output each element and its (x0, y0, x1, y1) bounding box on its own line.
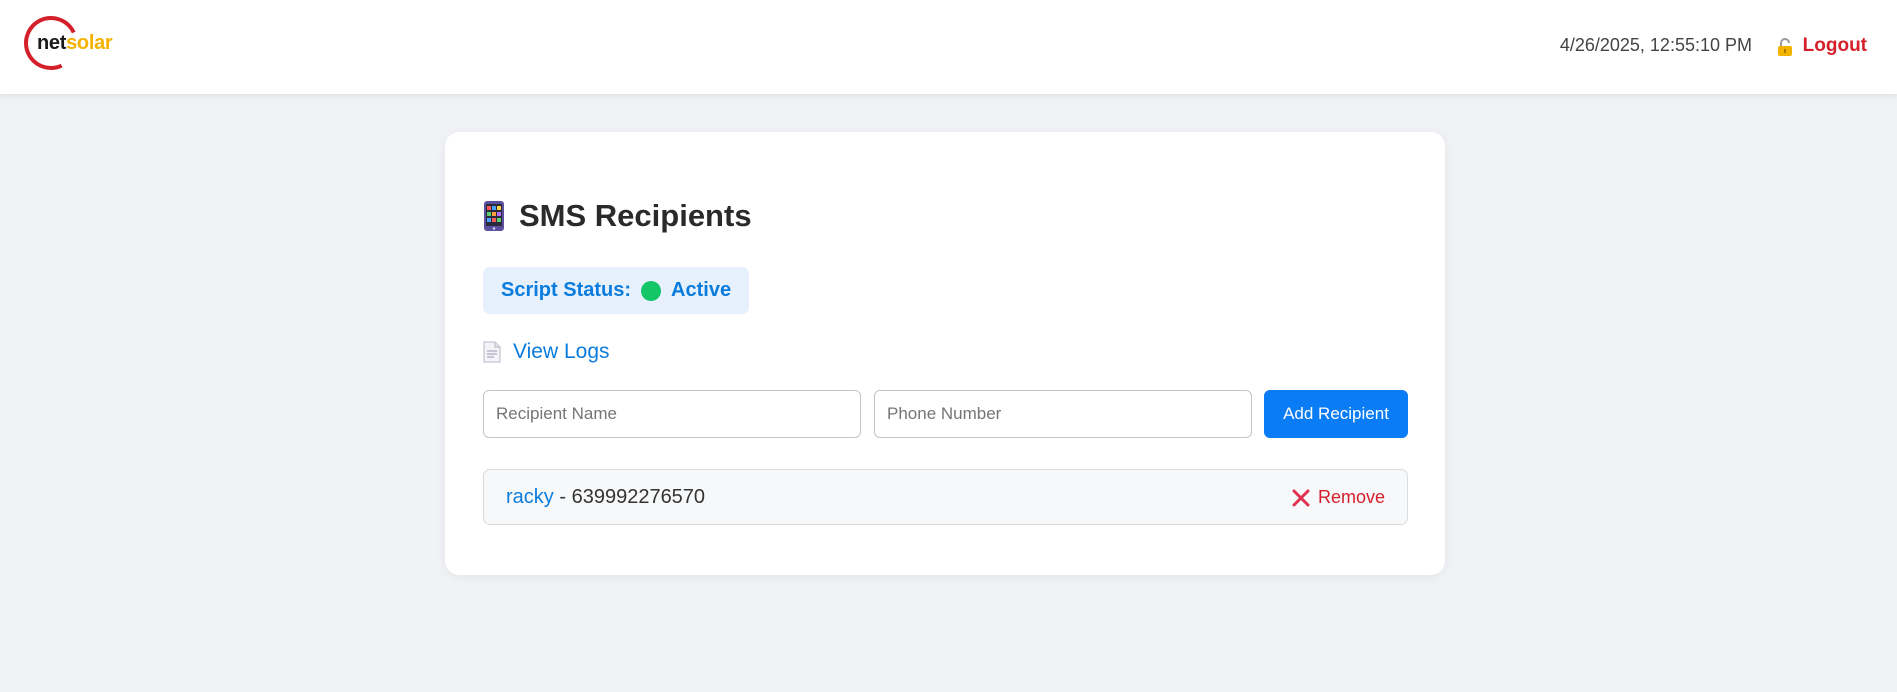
top-header: netsolar 4/26/2025, 12:55:10 PM Logout (0, 0, 1897, 94)
phone-number-input[interactable] (874, 390, 1252, 438)
recipient-list-item: racky - 639992276570 Remove (483, 469, 1408, 525)
recipient-name-input[interactable] (483, 390, 861, 438)
script-status-value: Active (671, 279, 732, 301)
remove-recipient-button[interactable]: Remove (1292, 487, 1385, 508)
script-status-label: Script Status: (501, 279, 632, 301)
view-logs-label: View Logs (513, 340, 610, 363)
close-icon (1292, 489, 1310, 506)
logo-text-solar: solar (66, 32, 113, 54)
netsolar-logo[interactable]: netsolar (16, 8, 124, 78)
script-status-badge: Script Status: Active (483, 267, 750, 314)
page-title: SMS Recipients (519, 198, 752, 233)
recipient-info: racky - 639992276570 (506, 486, 705, 509)
logo-text: netsolar (37, 32, 113, 55)
mobile-phone-icon (484, 201, 504, 231)
title-row: SMS Recipients (483, 198, 752, 234)
logout-button[interactable]: Logout (1777, 35, 1867, 57)
recipient-separator: - (553, 486, 572, 508)
lock-icon (1777, 38, 1792, 56)
logout-label: Logout (1802, 35, 1867, 56)
status-dot-icon (641, 280, 662, 301)
sms-recipients-card: SMS Recipients Script Status: Active Vie… (445, 132, 1445, 575)
document-icon (483, 341, 501, 363)
logo-text-net: net (37, 32, 67, 54)
add-recipient-button[interactable]: Add Recipient (1264, 390, 1408, 438)
remove-label: Remove (1317, 487, 1385, 507)
datetime-display: 4/26/2025, 12:55:10 PM (1559, 35, 1752, 55)
recipient-name[interactable]: racky (506, 486, 554, 508)
view-logs-link[interactable]: View Logs (483, 340, 610, 364)
recipient-phone: 639992276570 (571, 486, 706, 508)
